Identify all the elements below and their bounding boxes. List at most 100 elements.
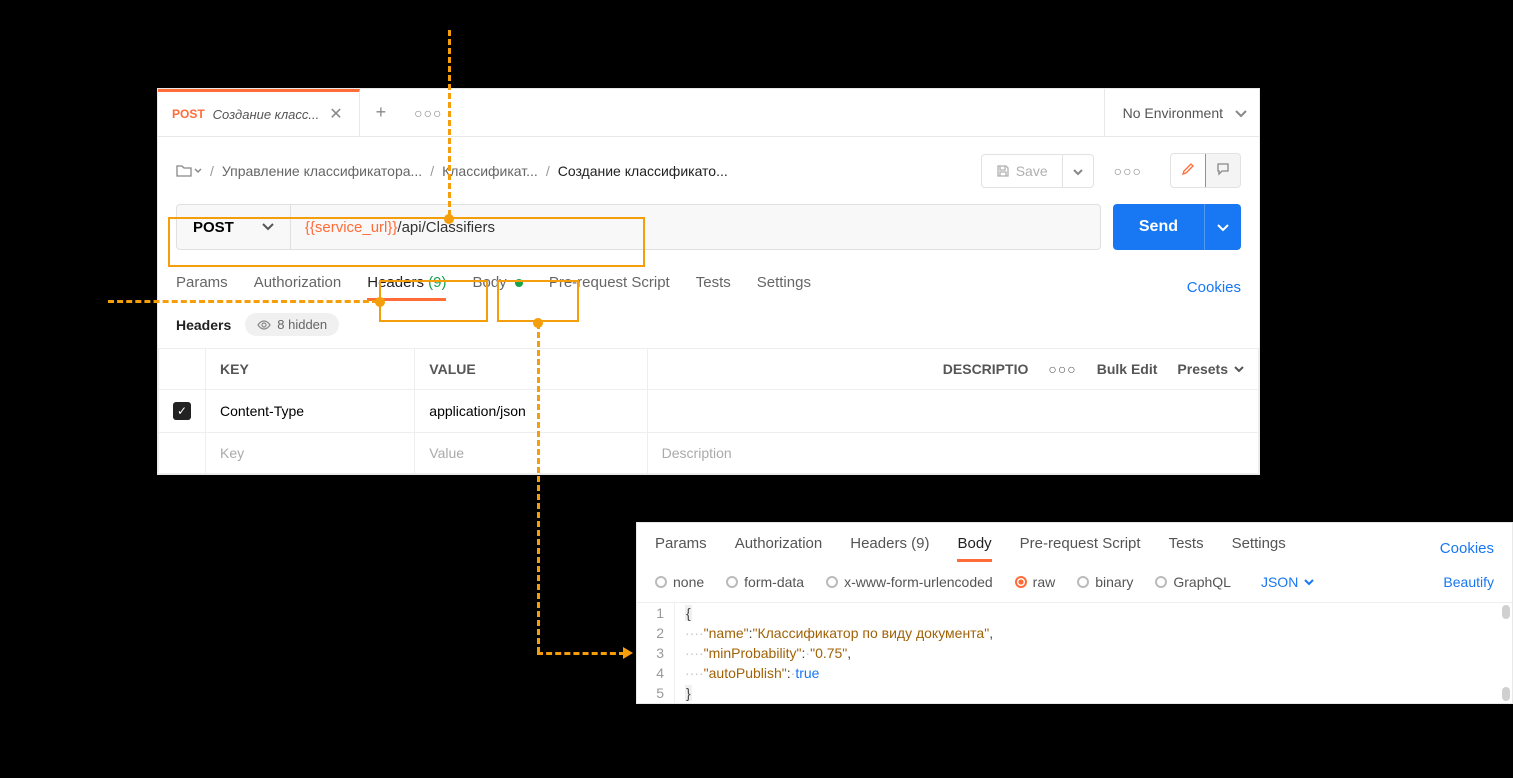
save-dropdown[interactable] [1062, 155, 1093, 187]
body-indicator-icon [515, 279, 523, 287]
th-key: KEY [206, 349, 415, 390]
tab-authorization[interactable]: Authorization [254, 274, 342, 301]
scrollbar-top[interactable] [1502, 605, 1510, 619]
folder-icon[interactable] [176, 164, 202, 178]
tab-headers[interactable]: Headers (9) [850, 535, 929, 562]
radio-urlencoded-label: x-www-form-urlencoded [844, 574, 993, 590]
radio-binary[interactable]: binary [1077, 574, 1133, 590]
tab-body-label: Body [957, 535, 991, 552]
cookies-link[interactable]: Cookies [1187, 279, 1241, 296]
radio-urlencoded[interactable]: x-www-form-urlencoded [826, 574, 993, 590]
radio-raw-label: raw [1033, 574, 1056, 590]
editor-line-4: ····"autoPublish":·true [675, 663, 829, 683]
tab-headers[interactable]: Headers (9) [367, 274, 446, 301]
beautify-button[interactable]: Beautify [1443, 574, 1494, 590]
tab-settings[interactable]: Settings [757, 274, 811, 301]
radio-icon [826, 576, 838, 588]
url-row: POST {{service_url}}/api/Classifiers Sen… [158, 204, 1259, 264]
th-check [159, 349, 206, 390]
tab-prerequest[interactable]: Pre-request Script [549, 274, 670, 301]
tab-prerequest[interactable]: Pre-request Script [1020, 535, 1141, 562]
header-desc-cell[interactable] [647, 390, 1258, 433]
environment-select[interactable]: No Environment [1104, 89, 1259, 136]
eye-icon [257, 320, 271, 330]
radio-none-label: none [673, 574, 704, 590]
breadcrumb-row: / Управление классификатора... / Классиф… [158, 137, 1259, 204]
tab-title: Создание класс... [213, 107, 320, 122]
presets-dropdown[interactable]: Presets [1177, 361, 1244, 377]
radio-raw[interactable]: raw [1015, 574, 1056, 590]
editor-line-5: } [685, 685, 692, 701]
header-row: ✓ Content-Type application/json [159, 390, 1259, 433]
body-format-select[interactable]: JSON [1261, 574, 1314, 590]
tab-method: POST [172, 107, 205, 121]
tab-tests[interactable]: Tests [1169, 535, 1204, 562]
chevron-down-icon [1304, 579, 1314, 586]
tab-body[interactable]: Body [472, 274, 522, 301]
mode-toggle [1170, 153, 1241, 188]
headers-count-badge: (9) [428, 274, 446, 291]
body-panel: Params Authorization Headers (9) Body Pr… [636, 522, 1513, 704]
breadcrumb-item-2[interactable]: Классификат... [442, 163, 538, 179]
radio-formdata[interactable]: form-data [726, 574, 804, 590]
tab-body[interactable]: Body [957, 535, 991, 562]
radio-graphql[interactable]: GraphQL [1155, 574, 1231, 590]
checkbox-on[interactable]: ✓ [173, 402, 191, 420]
comment-mode-button[interactable] [1206, 154, 1240, 187]
breadcrumb-actions: Save ○○○ [981, 153, 1241, 188]
send-button-group: Send [1113, 204, 1241, 250]
chevron-down-icon [1235, 105, 1247, 121]
main-panel: POST Создание класс... ✕ + ○○○ No Enviro… [157, 88, 1260, 475]
desc-placeholder[interactable]: Description [647, 433, 1258, 474]
tab-bar: POST Создание класс... ✕ + ○○○ No Enviro… [158, 89, 1259, 137]
th-actions: DESCRIPTIO ○○○ Bulk Edit Presets [647, 349, 1258, 390]
radio-none[interactable]: none [655, 574, 704, 590]
tab-settings[interactable]: Settings [1232, 535, 1286, 562]
method-select[interactable]: POST [177, 205, 291, 249]
add-tab-button[interactable]: + [360, 102, 403, 123]
radio-icon-on [1015, 576, 1027, 588]
more-actions-button[interactable]: ○○○ [1104, 155, 1152, 187]
column-options[interactable]: ○○○ [1048, 361, 1076, 377]
tab-headers-label: Headers [367, 274, 424, 291]
json-editor[interactable]: 1{ 2····"name":"Классификатор по виду до… [637, 602, 1512, 703]
tab-params[interactable]: Params [655, 535, 707, 562]
hidden-headers-toggle[interactable]: 8 hidden [245, 313, 339, 336]
scrollbar-bottom[interactable] [1502, 687, 1510, 701]
header-value-cell[interactable]: application/json [415, 390, 647, 433]
editor-line-2: ····"name":"Классификатор по виду докуме… [675, 623, 1003, 643]
breadcrumb-item-1[interactable]: Управление классификатора... [222, 163, 422, 179]
value-placeholder[interactable]: Value [415, 433, 647, 474]
tab-params[interactable]: Params [176, 274, 228, 301]
cookies-link[interactable]: Cookies [1440, 540, 1494, 557]
tab-headers-label: Headers [850, 535, 907, 552]
breadcrumb-sep: / [546, 163, 550, 179]
url-input[interactable]: {{service_url}}/api/Classifiers [291, 219, 509, 236]
radio-icon [655, 576, 667, 588]
header-key-cell[interactable]: Content-Type [206, 390, 415, 433]
radio-formdata-label: form-data [744, 574, 804, 590]
edit-mode-button[interactable] [1170, 153, 1206, 188]
tab-tests[interactable]: Tests [696, 274, 731, 301]
tab-body-label: Body [472, 274, 506, 291]
send-dropdown[interactable] [1204, 204, 1241, 250]
hidden-count: 8 hidden [277, 317, 327, 332]
body-request-tabs: Params Authorization Headers (9) Body Pr… [637, 523, 1512, 562]
send-button[interactable]: Send [1113, 204, 1204, 250]
key-placeholder[interactable]: Key [206, 433, 415, 474]
close-icon[interactable]: ✕ [327, 104, 344, 124]
th-description: DESCRIPTIO [943, 361, 1029, 377]
body-format-label: JSON [1261, 574, 1298, 590]
headers-count-badge: (9) [911, 535, 929, 552]
request-tabs: Params Authorization Headers (9) Body Pr… [158, 264, 1259, 301]
bulk-edit-link[interactable]: Bulk Edit [1097, 361, 1158, 377]
request-tab[interactable]: POST Создание класс... ✕ [158, 89, 360, 136]
save-button[interactable]: Save [982, 155, 1062, 187]
url-path: /api/Classifiers [397, 219, 495, 236]
tab-authorization[interactable]: Authorization [735, 535, 823, 562]
chevron-down-icon [1234, 366, 1244, 373]
editor-line-1: { [685, 605, 692, 621]
tab-overflow-button[interactable]: ○○○ [402, 105, 454, 121]
radio-icon [726, 576, 738, 588]
environment-label: No Environment [1123, 105, 1223, 121]
